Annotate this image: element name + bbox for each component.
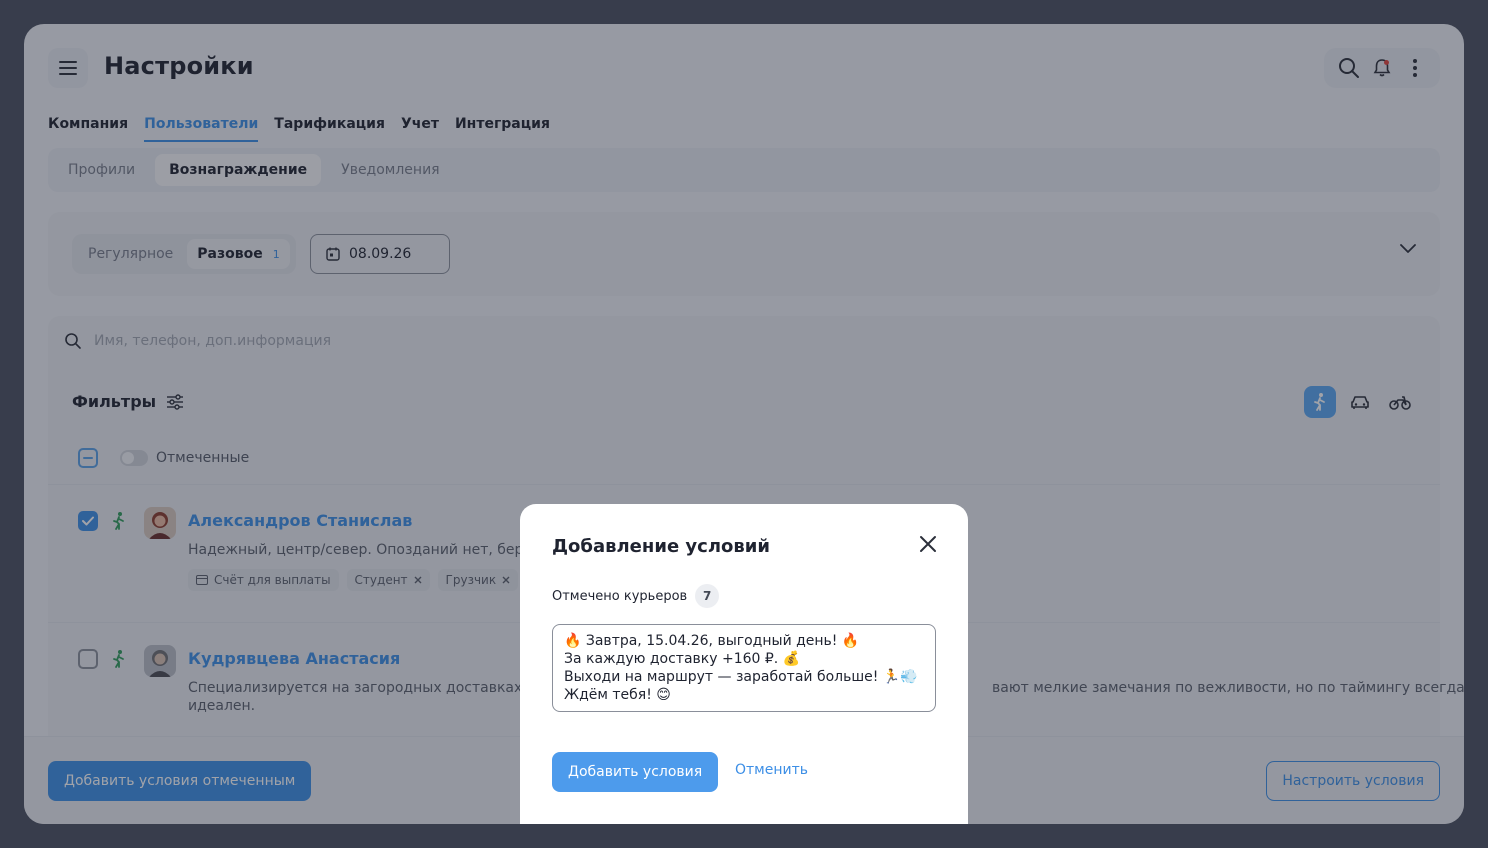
count-badge: 7 <box>695 584 720 608</box>
marked-couriers-count: Отмечено курьеров 7 <box>552 584 720 608</box>
add-conditions-button[interactable]: Добавить условия <box>552 752 719 792</box>
message-line: Ждём тебя! 😊 <box>564 687 671 703</box>
message-line: Выходи на маршрут — заработай больше! 🏃💨 <box>564 669 918 685</box>
modal-title: Добавление условий <box>552 536 770 557</box>
message-line: За каждую доставку +160 ₽. 💰 <box>564 651 801 667</box>
cancel-button[interactable]: Отменить <box>735 762 808 778</box>
message-line: 🔥 Завтра, 15.04.26, выгодный день! 🔥 <box>564 633 860 649</box>
message-textarea[interactable]: 🔥 Завтра, 15.04.26, выгодный день! 🔥 За … <box>552 624 936 712</box>
marked-couriers-label: Отмечено курьеров <box>552 588 688 604</box>
close-icon[interactable] <box>918 534 938 554</box>
add-conditions-modal: Добавление условий Отмечено курьеров 7 🔥… <box>520 504 968 824</box>
